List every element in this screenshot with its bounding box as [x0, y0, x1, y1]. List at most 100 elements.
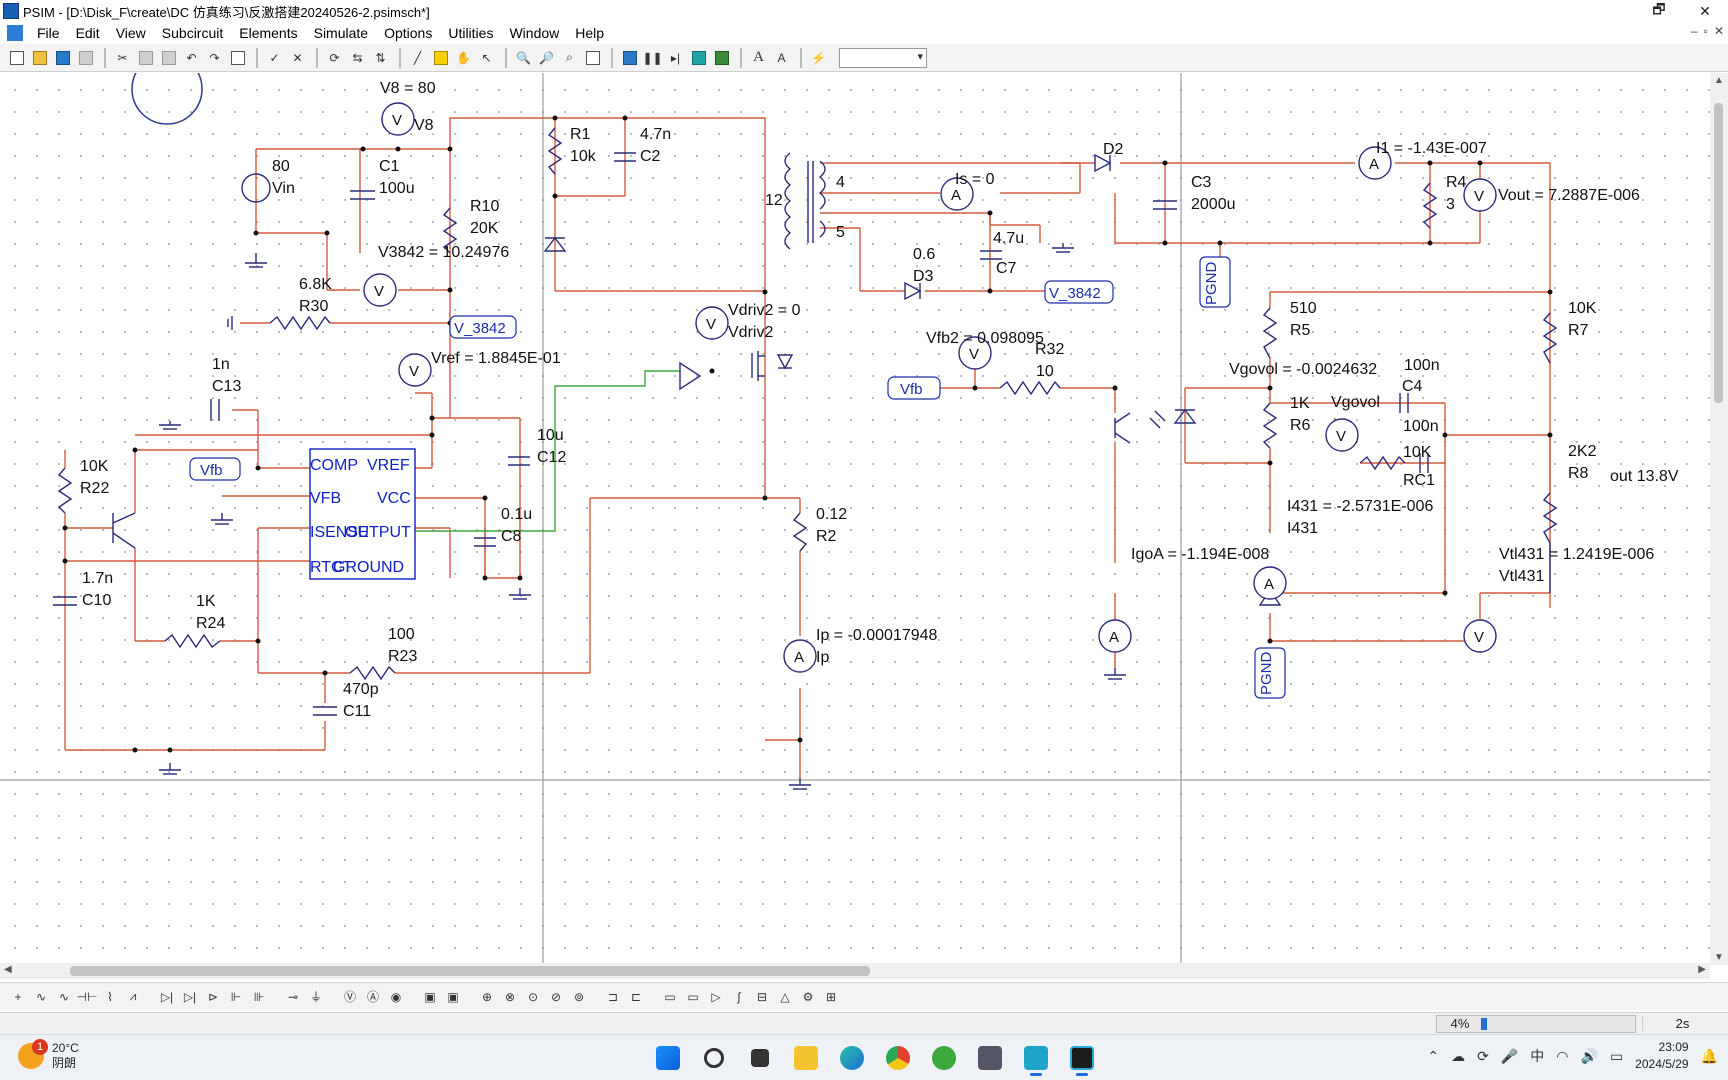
probe-meter-icon[interactable]: ◉	[386, 987, 406, 1007]
sensor-icon[interactable]: ⊙	[523, 987, 543, 1007]
switch-icon[interactable]: ⊸	[283, 987, 303, 1007]
menu-edit[interactable]: Edit	[68, 25, 108, 41]
rotate-icon[interactable]: ⟳	[324, 47, 345, 68]
horizontal-scroll-thumb[interactable]	[70, 966, 870, 976]
menu-elements[interactable]: Elements	[231, 25, 305, 41]
mdi-restore-button[interactable]: ▫	[1704, 24, 1708, 38]
voltmeter-v3842[interactable]: V	[363, 273, 397, 307]
system-clock[interactable]: 23:09 2024/5/29	[1635, 1039, 1688, 1073]
ammeter-i431[interactable]: A	[1253, 566, 1287, 600]
print-icon[interactable]	[75, 47, 96, 68]
select-arrow-icon[interactable]: ↖	[476, 47, 497, 68]
voltmeter-v8[interactable]: V	[381, 102, 415, 136]
sum-block-icon[interactable]: ▭	[683, 987, 703, 1007]
mirror-icon[interactable]: ⇅	[370, 47, 391, 68]
ammeter-igoa[interactable]: A	[1098, 619, 1132, 653]
probe-icon[interactable]: ⚡	[808, 47, 829, 68]
paste-icon[interactable]	[158, 47, 179, 68]
menu-options[interactable]: Options	[376, 25, 440, 41]
copy-icon[interactable]	[135, 47, 156, 68]
tray-cloud-icon[interactable]: ☁	[1451, 1048, 1465, 1065]
integrator-icon[interactable]: ∫	[729, 987, 749, 1007]
flip-flop-icon[interactable]: ⊏	[626, 987, 646, 1007]
op-amp-icon[interactable]: ⊚	[569, 987, 589, 1007]
page-icon[interactable]	[582, 47, 603, 68]
save-icon[interactable]	[52, 47, 73, 68]
net-label-v3842-b[interactable]: V_3842	[1044, 280, 1114, 304]
ime-indicator[interactable]: 中	[1530, 1046, 1544, 1066]
mdi-minimize-button[interactable]: –	[1691, 24, 1698, 38]
search-icon[interactable]	[696, 1040, 732, 1076]
voltmeter-vout[interactable]: V	[1463, 178, 1497, 212]
close-window-button[interactable]: ✕	[1682, 0, 1728, 22]
undo-icon[interactable]: ↶	[181, 47, 202, 68]
scroll-down-icon[interactable]: ▼	[1714, 952, 1724, 963]
voltmeter-vtl431[interactable]: V	[1463, 619, 1497, 653]
clipboard-icon[interactable]	[227, 47, 248, 68]
sine-source-icon[interactable]: ∿	[31, 987, 51, 1007]
comparator-icon[interactable]: ⊘	[546, 987, 566, 1007]
menu-help[interactable]: Help	[567, 25, 612, 41]
calculator-icon[interactable]	[972, 1040, 1008, 1076]
scope-element-icon[interactable]: ▣	[420, 987, 440, 1007]
menu-window[interactable]: Window	[501, 25, 567, 41]
uc3842-ic[interactable]: COMP VREF VFB VCC ISENSE OUTPUT RTCT GRO…	[309, 448, 416, 580]
scroll-right-icon[interactable]: ▶	[1698, 964, 1706, 975]
label-icon[interactable]	[430, 47, 451, 68]
menu-file[interactable]: File	[29, 25, 68, 41]
notification-bell-icon[interactable]: 🔔	[1701, 1048, 1718, 1065]
flip-icon[interactable]: ⇆	[347, 47, 368, 68]
ammeter-icon[interactable]: Ⓐ	[363, 987, 383, 1007]
cut-icon[interactable]: ✂	[112, 47, 133, 68]
voltmeter-vgovol[interactable]: V	[1325, 418, 1359, 452]
new-file-icon[interactable]	[6, 47, 27, 68]
open-file-icon[interactable]	[29, 47, 50, 68]
inductor-icon[interactable]: ⌇	[100, 987, 120, 1007]
pause-icon[interactable]: ❚❚	[642, 47, 663, 68]
scroll-up-icon[interactable]: ▲	[1714, 75, 1724, 86]
resistor-icon[interactable]: ⩘	[123, 987, 143, 1007]
document-icon[interactable]	[7, 25, 23, 41]
net-label-vfb-b[interactable]: Vfb	[887, 376, 941, 400]
battery-icon[interactable]: ▭	[1610, 1048, 1623, 1065]
check-icon[interactable]: ✓	[264, 47, 285, 68]
voltmeter-icon[interactable]: Ⓥ	[340, 987, 360, 1007]
menu-view[interactable]: View	[108, 25, 154, 41]
param-file-icon[interactable]: ⚙	[798, 987, 818, 1007]
scroll-left-icon[interactable]: ◀	[4, 964, 12, 975]
tray-overflow-icon[interactable]: ⌃	[1427, 1048, 1439, 1065]
menu-simulate[interactable]: Simulate	[306, 25, 376, 41]
file-explorer-icon[interactable]	[788, 1040, 824, 1076]
wire-icon[interactable]: ╱	[407, 47, 428, 68]
thyristor-icon[interactable]: ▷|	[180, 987, 200, 1007]
horizontal-scrollbar[interactable]: ◀ ▶	[0, 963, 1710, 979]
net-label-pgnd-b[interactable]: PGND	[1254, 647, 1286, 699]
net-label-vfb-a[interactable]: Vfb	[189, 457, 241, 481]
ammeter-ip[interactable]: A	[783, 639, 817, 673]
simview-icon[interactable]	[688, 47, 709, 68]
voltmeter-vref[interactable]: V	[398, 353, 432, 387]
net-label-v3842-a[interactable]: V_3842	[449, 315, 517, 339]
vertical-scrollbar[interactable]: ▲ ▼	[1710, 73, 1728, 965]
motor-icon[interactable]: ⊕	[477, 987, 497, 1007]
wire-junction-icon[interactable]: +	[8, 987, 28, 1007]
transistor-icon[interactable]: ⊳	[203, 987, 223, 1007]
zoom-out-icon[interactable]: 🔎	[536, 47, 557, 68]
cross-icon[interactable]: ✕	[287, 47, 308, 68]
edge-browser-icon[interactable]	[834, 1040, 870, 1076]
capacitor-icon[interactable]: ⊣⊢	[77, 987, 98, 1007]
net-label-pgnd-a[interactable]: PGND	[1199, 256, 1231, 308]
scope-icon[interactable]	[711, 47, 732, 68]
restore-window-button[interactable]: 🗗	[1636, 0, 1682, 22]
tray-sync-icon[interactable]: ⟳	[1477, 1048, 1489, 1065]
mdi-close-button[interactable]: ✕	[1714, 24, 1724, 38]
zoom-fit-icon[interactable]: ⌕	[559, 47, 580, 68]
step-icon[interactable]: ▸|	[665, 47, 686, 68]
limiter-icon[interactable]: ⊟	[752, 987, 772, 1007]
redo-icon[interactable]: ↷	[204, 47, 225, 68]
app-leaf-icon[interactable]	[926, 1040, 962, 1076]
pan-hand-icon[interactable]: ✋	[453, 47, 474, 68]
gain-block-icon[interactable]: ▷	[706, 987, 726, 1007]
diode-icon[interactable]: ▷|	[157, 987, 177, 1007]
task-view-icon[interactable]	[742, 1040, 778, 1076]
